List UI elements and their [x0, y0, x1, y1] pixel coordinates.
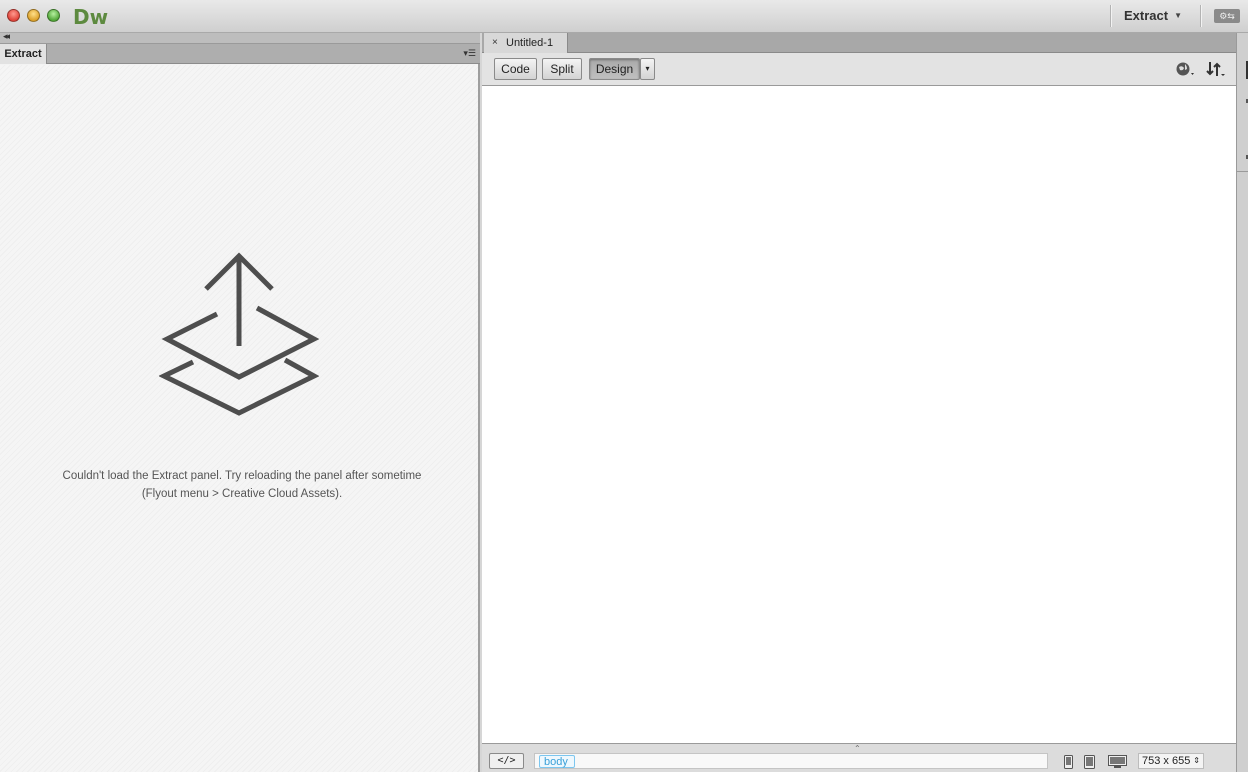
- tablet-size-icon[interactable]: [1084, 755, 1095, 769]
- preview-in-browser-icon[interactable]: [1175, 61, 1197, 78]
- mobile-size-icon[interactable]: [1064, 755, 1073, 769]
- collapse-arrows-icon[interactable]: ◂◂: [3, 31, 10, 42]
- document-tab-bar: × Untitled-1: [482, 33, 1236, 53]
- window-size-select[interactable]: 753 x 655 ⇕: [1138, 753, 1204, 769]
- tag-body[interactable]: body: [539, 755, 575, 768]
- panel-collapse-bar[interactable]: ◂◂: [0, 31, 480, 44]
- window-close-button[interactable]: [7, 9, 20, 22]
- divider: [1110, 5, 1111, 27]
- window-zoom-button[interactable]: [47, 9, 60, 22]
- design-view-canvas[interactable]: [482, 87, 1236, 743]
- status-bar: ⌃ </> body 753 x 655 ⇕: [482, 743, 1236, 772]
- extract-upload-icon: [159, 252, 319, 416]
- divider: [1200, 5, 1201, 27]
- panel-flyout-menu-icon[interactable]: ▾☰: [463, 48, 476, 59]
- app-logo: Dw: [73, 5, 109, 29]
- desktop-size-icon[interactable]: [1108, 755, 1127, 769]
- document-toolbar: Code Split Design ▾: [482, 53, 1236, 86]
- workspace-label: Extract: [1124, 8, 1169, 23]
- document-window: × Untitled-1 Code Split Design ▾ ⌃ </> b…: [482, 33, 1236, 772]
- document-tab-label: Untitled-1: [506, 37, 554, 49]
- right-panel-strip[interactable]: [1236, 33, 1248, 772]
- panel-tab-bar: Extract ▾☰: [0, 44, 480, 64]
- design-view-dropdown[interactable]: ▾: [640, 58, 655, 80]
- code-navigator-button[interactable]: </>: [489, 753, 524, 769]
- resize-handle-icon[interactable]: ⌃: [854, 744, 861, 753]
- split-view-button[interactable]: Split: [542, 58, 582, 80]
- close-icon[interactable]: ×: [492, 33, 498, 53]
- window-minimize-button[interactable]: [27, 9, 40, 22]
- title-bar: Dw Extract ▼ ⚙⇆: [0, 0, 1248, 33]
- tab-extract[interactable]: Extract: [0, 44, 47, 64]
- extract-panel: ◂◂ Extract ▾☰ Couldn't load the Extract …: [0, 31, 480, 772]
- code-view-button[interactable]: Code: [494, 58, 537, 80]
- design-view-button[interactable]: Design: [589, 58, 640, 80]
- panel-body: Couldn't load the Extract panel. Try rel…: [0, 65, 478, 772]
- tab-untitled-1[interactable]: × Untitled-1: [484, 33, 568, 53]
- error-message: Couldn't load the Extract panel. Try rel…: [62, 470, 422, 500]
- tag-selector: body: [534, 753, 1048, 769]
- window-size-value: 753 x 655: [1142, 755, 1191, 767]
- divider: [1237, 171, 1248, 172]
- chevron-down-icon: ▼: [1174, 11, 1182, 20]
- settings-gear-icon[interactable]: ⚙⇆: [1214, 9, 1240, 23]
- workspace-switcher[interactable]: Extract ▼: [1124, 8, 1182, 23]
- up-down-icon: ⇕: [1193, 756, 1200, 765]
- file-management-icon[interactable]: [1205, 60, 1227, 78]
